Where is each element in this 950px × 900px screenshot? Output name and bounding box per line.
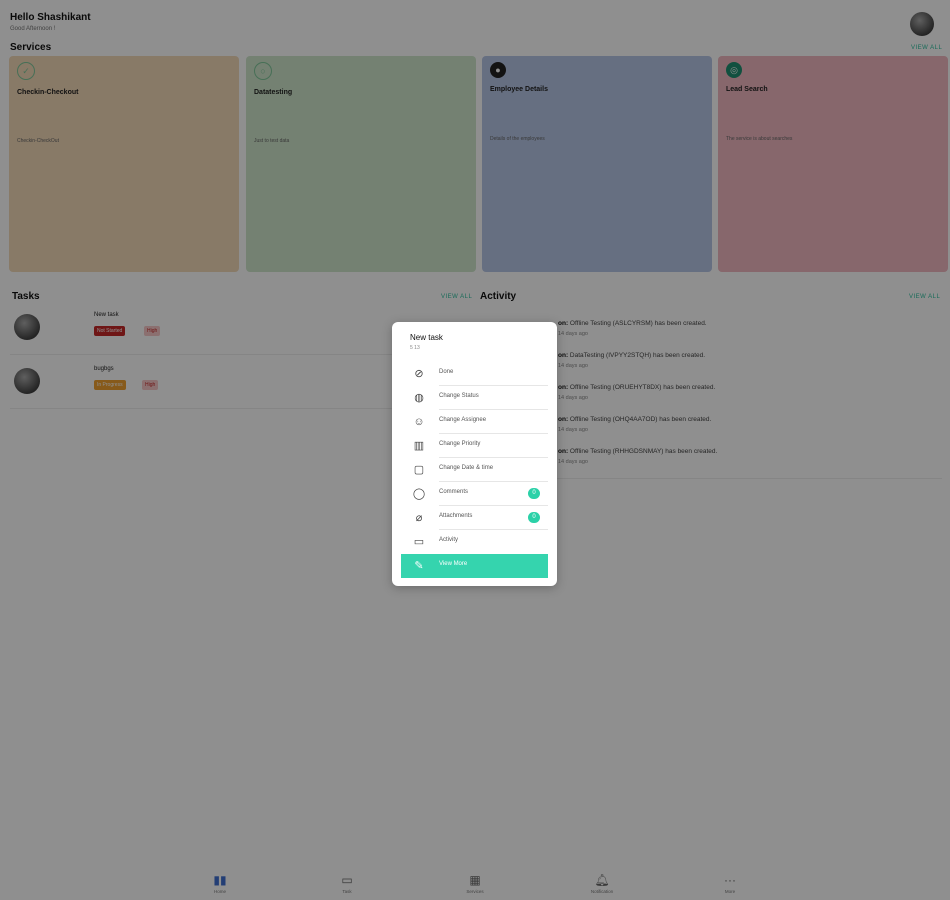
- menu-item-view-more[interactable]: ✎ View More: [401, 554, 548, 578]
- menu-item-label: View More: [439, 561, 468, 567]
- attachments-count-badge: 0: [528, 512, 540, 523]
- menu-item-label: Done: [439, 369, 454, 375]
- menu-item-label: Activity: [439, 537, 459, 543]
- activity-icon: ▭: [413, 536, 425, 548]
- menu-item-label: Change Assignee: [439, 417, 487, 423]
- priority-bars-icon: ▥: [413, 440, 425, 452]
- comment-icon: ◯: [412, 488, 426, 500]
- menu-item-change-priority[interactable]: ▥ Change Priority: [401, 434, 548, 458]
- menu-item-label: Change Priority: [439, 441, 481, 447]
- menu-item-label: Change Date & time: [439, 465, 494, 471]
- menu-item-comments[interactable]: ◯ Comments 0: [401, 482, 548, 506]
- edit-icon: ✎: [414, 560, 424, 572]
- menu-item-label: Change Status: [439, 393, 479, 399]
- check-circle-icon: ⊘: [414, 368, 424, 380]
- calendar-icon: ▢: [413, 464, 425, 476]
- paperclip-icon: ⌀: [415, 512, 423, 524]
- status-icon: ◍: [414, 392, 424, 404]
- comments-count-badge: 0: [528, 488, 540, 499]
- menu-item-done[interactable]: ⊘ Done: [401, 362, 548, 386]
- menu-item-change-status[interactable]: ◍ Change Status: [401, 386, 548, 410]
- menu-item-change-assignee[interactable]: ☺ Change Assignee: [401, 410, 548, 434]
- menu-item-attachments[interactable]: ⌀ Attachments 0: [401, 506, 548, 530]
- menu-item-change-date-time[interactable]: ▢ Change Date & time: [401, 458, 548, 482]
- menu-title: New task: [410, 333, 443, 342]
- menu-item-activity[interactable]: ▭ Activity: [401, 530, 548, 554]
- menu-item-label: Comments: [439, 489, 469, 495]
- menu-subtitle: 5 13: [410, 345, 420, 351]
- menu-item-label: Attachments: [439, 513, 473, 519]
- assignee-icon: ☺: [413, 416, 425, 428]
- task-action-menu: New task 5 13 ⊘ Done ◍ Change Status ☺ C…: [392, 322, 557, 586]
